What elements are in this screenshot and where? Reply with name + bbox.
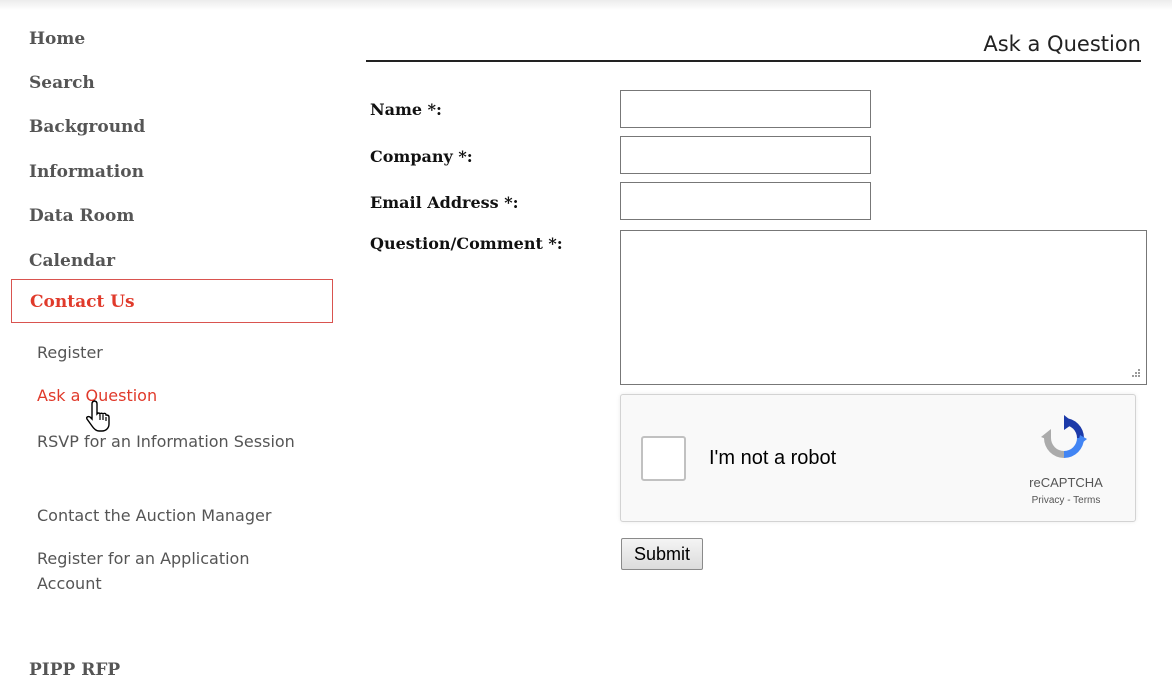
subnav-item-register-application-account[interactable]: Register for an Application Account — [37, 546, 317, 596]
nav-item-pipp-rfp[interactable]: PIPP RFP — [29, 659, 120, 681]
nav-item-search[interactable]: Search — [29, 72, 95, 94]
nav-item-home[interactable]: Home — [29, 28, 85, 50]
recaptcha-widget: I'm not a robot reCAPTCHA Privacy - Term… — [620, 394, 1136, 522]
recaptcha-links-separator: - — [1064, 495, 1074, 506]
company-label: Company *: — [370, 147, 473, 166]
subnav-item-rsvp[interactable]: RSVP for an Information Session — [37, 429, 297, 454]
page-title: Ask a Question — [983, 32, 1141, 56]
nav-item-background[interactable]: Background — [29, 116, 145, 138]
nav-item-data-room[interactable]: Data Room — [29, 205, 134, 227]
recaptcha-links: Privacy - Terms — [1011, 495, 1121, 506]
company-field[interactable] — [620, 136, 871, 174]
submit-button[interactable]: Submit — [621, 538, 704, 570]
recaptcha-logo-icon — [1041, 415, 1087, 458]
recaptcha-label: I'm not a robot — [709, 447, 837, 469]
recaptcha-brand: reCAPTCHA — [1029, 475, 1103, 490]
nav-item-information[interactable]: Information — [29, 161, 144, 183]
nav-item-contact-us[interactable]: Contact Us — [11, 279, 333, 323]
recaptcha-privacy-link[interactable]: Privacy — [1032, 495, 1065, 506]
subnav-item-contact-auction-manager[interactable]: Contact the Auction Manager — [37, 503, 327, 528]
subnav-item-register[interactable]: Register — [37, 340, 327, 365]
hand-cursor-icon — [86, 400, 110, 432]
email-field[interactable] — [620, 182, 871, 220]
recaptcha-terms-link[interactable]: Terms — [1073, 495, 1100, 506]
question-textarea[interactable] — [620, 230, 1147, 385]
name-label: Name *: — [370, 100, 442, 119]
name-field[interactable] — [620, 90, 871, 128]
sidebar: Home Search Background Information Data … — [0, 0, 340, 695]
question-label: Question/Comment *: — [370, 234, 563, 253]
nav-item-contact-us-label: Contact Us — [30, 292, 135, 312]
subnav-item-ask-a-question[interactable]: Ask a Question — [37, 383, 327, 408]
recaptcha-checkbox[interactable] — [641, 436, 686, 481]
title-divider — [366, 60, 1141, 62]
resize-grip-icon[interactable] — [1127, 366, 1141, 380]
nav-item-calendar[interactable]: Calendar — [29, 250, 115, 272]
email-label: Email Address *: — [370, 193, 519, 212]
